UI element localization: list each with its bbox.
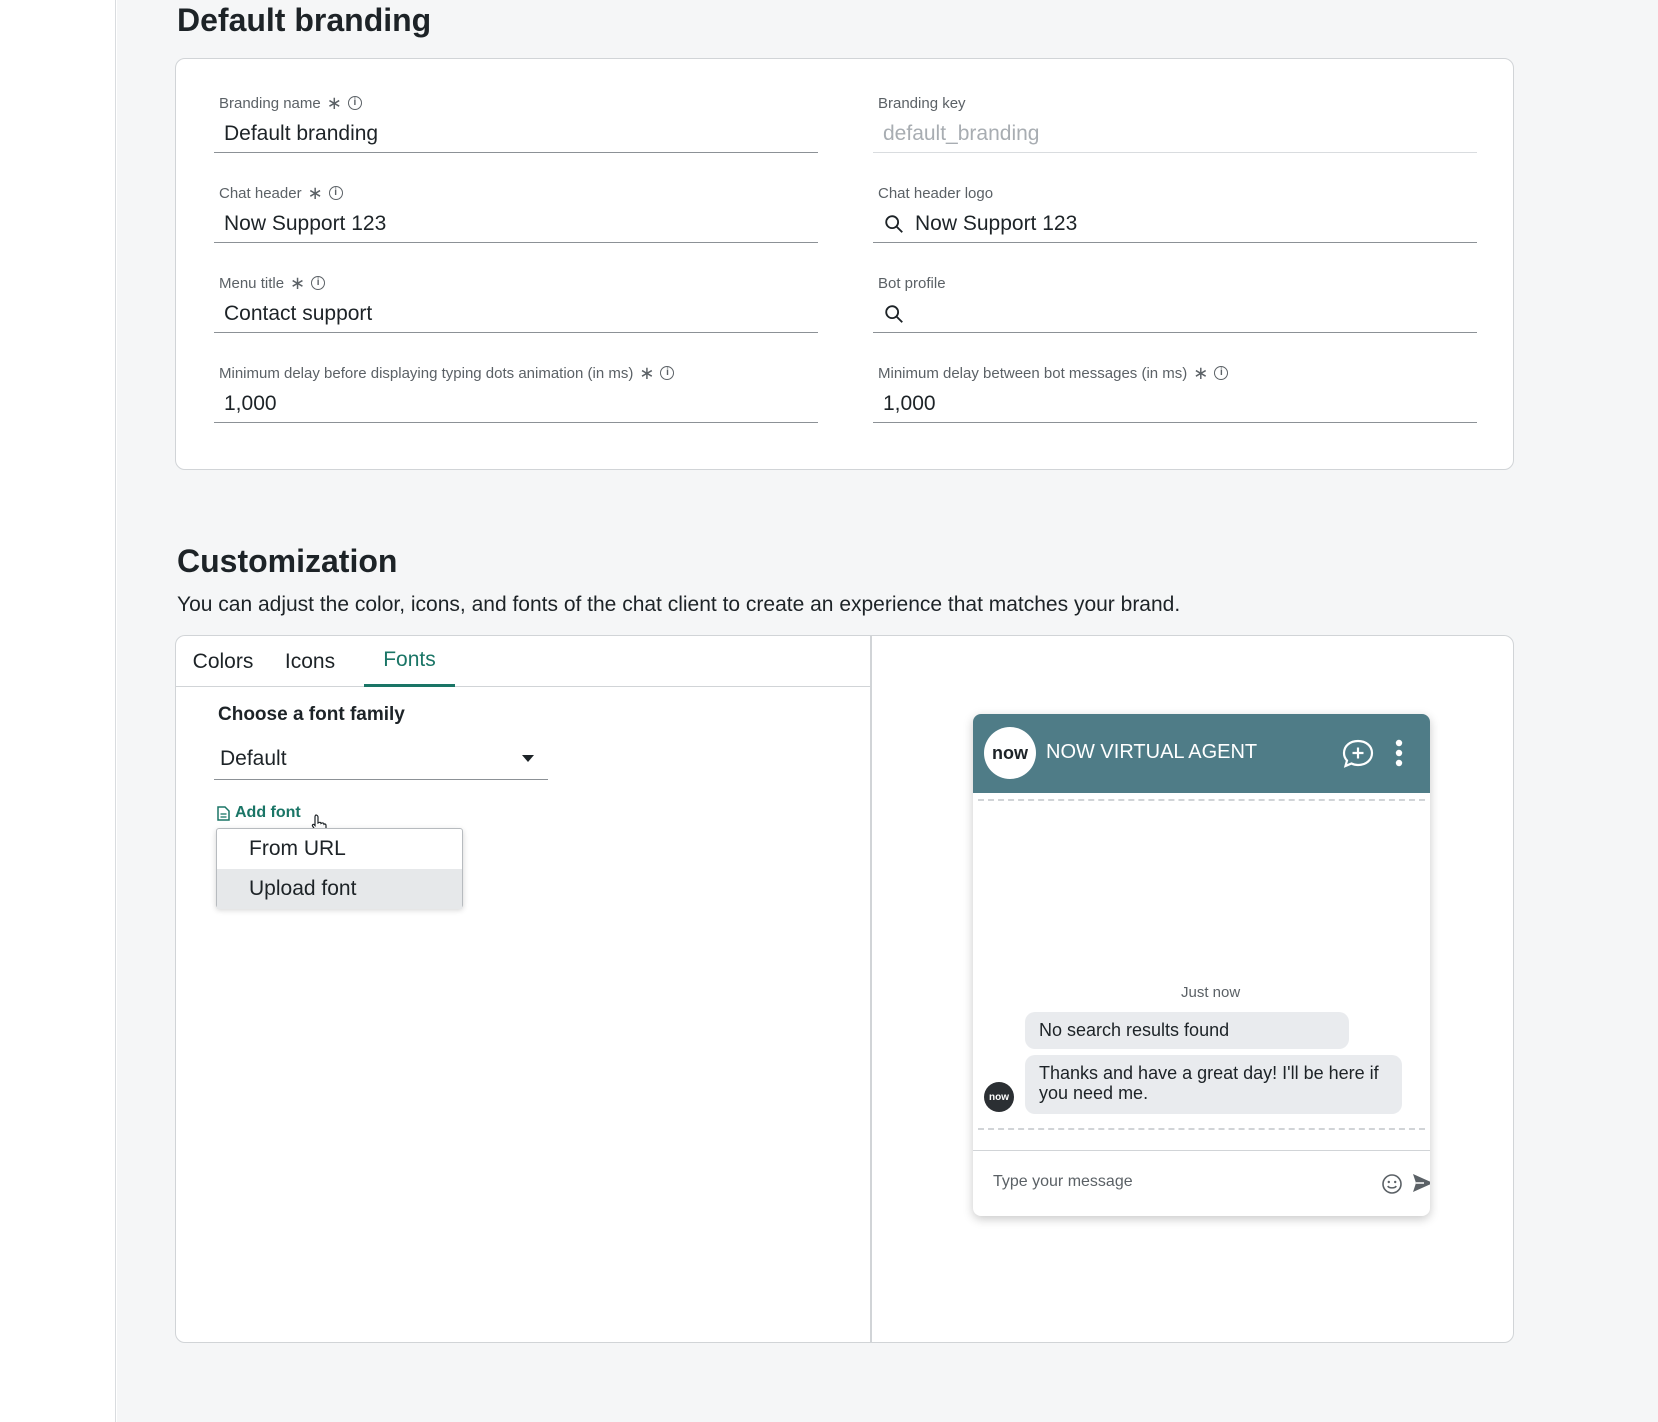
bot-avatar-text: now <box>989 1091 1009 1103</box>
divider <box>978 799 1425 801</box>
required-icon: ∗ <box>326 93 342 113</box>
chat-message: No search results found <box>1025 1012 1349 1049</box>
customization-tabs: Colors Icons Fonts <box>176 636 870 687</box>
chat-message: Thanks and have a great day! I'll be her… <box>1025 1055 1402 1114</box>
field-label: Minimum delay before displaying typing d… <box>219 364 634 382</box>
chat-input-bar[interactable]: Type your message <box>973 1150 1430 1216</box>
customization-subtitle: You can adjust the color, icons, and fon… <box>177 593 1181 616</box>
min-delay-typing-field[interactable]: Minimum delay before displaying typing d… <box>214 363 818 441</box>
field-label: Minimum delay between bot messages (in m… <box>878 364 1188 382</box>
tab-icons[interactable]: Icons <box>280 636 340 687</box>
search-icon <box>885 214 903 233</box>
field-label: Chat header <box>219 184 302 202</box>
bot-profile-input[interactable] <box>873 295 1477 333</box>
menu-item-from-url[interactable]: From URL <box>217 829 462 869</box>
font-family-label: Choose a font family <box>218 704 405 725</box>
menu-item-upload-font[interactable]: Upload font <box>217 869 462 909</box>
info-icon[interactable]: i <box>347 96 362 110</box>
info-icon[interactable]: i <box>328 186 343 200</box>
branding-card: Branding name ∗ i Default branding Brand… <box>175 58 1514 470</box>
info-icon[interactable]: i <box>660 366 675 380</box>
tab-fonts[interactable]: Fonts <box>364 636 455 687</box>
chat-header-logo-value: Now Support 123 <box>915 211 1078 235</box>
required-icon: ∗ <box>639 363 655 383</box>
add-font-menu: From URL Upload font <box>216 828 463 909</box>
branding-section-title: Default branding <box>177 2 432 38</box>
menu-title-input[interactable]: Contact support <box>214 295 818 333</box>
tab-colors[interactable]: Colors <box>186 636 260 687</box>
now-logo: now <box>984 727 1036 779</box>
chat-header-input[interactable]: Now Support 123 <box>214 205 818 243</box>
left-rail <box>0 0 116 1422</box>
field-label: Branding key <box>878 94 966 112</box>
min-delay-bot-field[interactable]: Minimum delay between bot messages (in m… <box>873 363 1477 441</box>
chat-preview: now NOW VIRTUAL AGENT Just now No search… <box>973 714 1430 1216</box>
add-font-label: Add font <box>235 804 301 821</box>
required-icon: ∗ <box>290 273 306 293</box>
chat-preview-header: now NOW VIRTUAL AGENT <box>973 714 1430 793</box>
chat-header-field[interactable]: Chat header ∗ i Now Support 123 <box>214 183 818 261</box>
field-label: Bot profile <box>878 274 946 292</box>
chat-preview-title: NOW VIRTUAL AGENT <box>1046 741 1258 763</box>
panel-divider <box>870 636 872 1342</box>
chat-header-logo-input[interactable]: Now Support 123 <box>873 205 1477 243</box>
more-options-icon[interactable] <box>1394 738 1404 768</box>
chat-header-logo-field[interactable]: Chat header logo Now Support 123 <box>873 183 1477 261</box>
file-icon <box>217 805 230 821</box>
branding-name-field[interactable]: Branding name ∗ i Default branding <box>214 93 818 171</box>
send-icon[interactable] <box>1412 1173 1430 1193</box>
info-icon[interactable]: i <box>1214 366 1229 380</box>
new-chat-icon[interactable] <box>1341 738 1375 770</box>
min-delay-bot-input[interactable]: 1,000 <box>873 385 1477 423</box>
chat-message-input[interactable]: Type your message <box>993 1173 1133 1191</box>
required-icon: ∗ <box>307 183 323 203</box>
now-logo-text: now <box>992 742 1028 763</box>
search-icon <box>885 304 903 323</box>
message-timestamp: Just now <box>1181 984 1241 1001</box>
font-family-select[interactable]: Default <box>214 738 548 780</box>
customization-card: Colors Icons Fonts Choose a font family … <box>175 635 1514 1343</box>
font-family-value: Default <box>220 746 287 770</box>
customization-section-title: Customization <box>177 543 398 579</box>
required-icon: ∗ <box>1193 363 1209 383</box>
main-content: Default branding Branding name ∗ i Defau… <box>117 0 1658 1422</box>
add-font-button[interactable]: Add font <box>217 804 301 822</box>
emoji-icon[interactable] <box>1381 1173 1403 1195</box>
field-label: Chat header logo <box>878 184 994 202</box>
branding-name-input[interactable]: Default branding <box>214 115 818 153</box>
field-label: Branding name <box>219 94 321 112</box>
branding-key-input: default_branding <box>873 115 1477 153</box>
bot-profile-field[interactable]: Bot profile <box>873 273 1477 351</box>
menu-title-field[interactable]: Menu title ∗ i Contact support <box>214 273 818 351</box>
branding-key-field: Branding key default_branding <box>873 93 1477 171</box>
info-icon[interactable]: i <box>311 276 326 290</box>
chevron-down-icon <box>522 755 534 762</box>
divider <box>978 1128 1425 1130</box>
bot-avatar: now <box>984 1082 1014 1112</box>
field-label: Menu title <box>219 274 285 292</box>
min-delay-typing-input[interactable]: 1,000 <box>214 385 818 423</box>
